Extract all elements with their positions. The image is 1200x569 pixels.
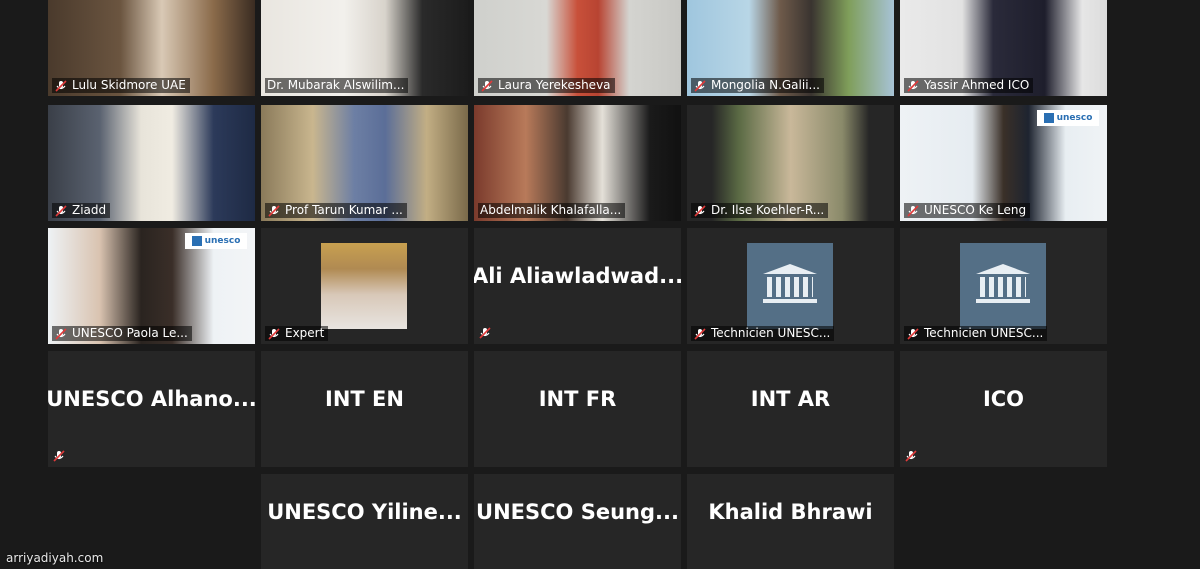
participant-tile[interactable]: Mongolia N.Galii... [687, 0, 894, 96]
participant-tile[interactable]: Expert [261, 228, 468, 344]
muted-mic-icon[interactable] [904, 449, 918, 463]
participant-display-name: Khalid Bhrawi [708, 500, 873, 524]
participant-name: Abdelmalik Khalafalla... [480, 203, 622, 217]
participant-name-label: Dr. Ilse Koehler-R... [691, 203, 829, 218]
muted-mic-icon[interactable] [54, 79, 68, 93]
participant-name: Prof Tarun Kumar ... [285, 203, 403, 217]
participant-tile[interactable]: Ali Aliawladwad... [474, 228, 681, 344]
participant-tile[interactable]: Technicien UNESC... [900, 228, 1107, 344]
unesco-badge: unesco [185, 233, 247, 249]
participant-name: UNESCO Paola Le... [72, 326, 188, 340]
muted-mic-icon[interactable] [906, 79, 920, 93]
participant-display-name: UNESCO Alhano... [48, 387, 255, 411]
participant-name: Technicien UNESC... [924, 326, 1044, 340]
participant-name-label: Dr. Mubarak Alswilim... [265, 78, 409, 93]
muted-mic-icon[interactable] [906, 327, 920, 341]
participant-display-name: UNESCO Seung... [476, 500, 679, 524]
participant-display-name: INT EN [325, 387, 404, 411]
participant-display-name: Ali Aliawladwad... [474, 264, 681, 288]
participant-name: Lulu Skidmore UAE [72, 78, 186, 92]
participant-tile[interactable]: Ziadd [48, 105, 255, 221]
unesco-badge: unesco [1037, 110, 1099, 126]
participant-name-label: Expert [265, 326, 329, 341]
muted-mic-icon[interactable] [267, 327, 281, 341]
participant-tile[interactable]: Yassir Ahmed ICO [900, 0, 1107, 96]
unesco-logo [747, 243, 833, 329]
muted-mic-icon[interactable] [480, 79, 494, 93]
muted-mic-icon[interactable] [693, 79, 707, 93]
participant-name: Mongolia N.Galii... [711, 78, 820, 92]
muted-mic-icon[interactable] [52, 449, 66, 463]
participant-display-name: ICO [982, 387, 1025, 411]
participant-name: Yassir Ahmed ICO [924, 78, 1030, 92]
participant-tile[interactable]: Dr. Ilse Koehler-R... [687, 105, 894, 221]
muted-mic-icon[interactable] [54, 327, 68, 341]
muted-mic-icon[interactable] [54, 204, 68, 218]
participant-name-label: Yassir Ahmed ICO [904, 78, 1034, 93]
participant-name: UNESCO Ke Leng [924, 203, 1027, 217]
participant-display-name: INT AR [750, 387, 831, 411]
participant-name: Dr. Mubarak Alswilim... [267, 78, 405, 92]
participant-name-label: Technicien UNESC... [691, 326, 835, 341]
muted-mic-icon[interactable] [693, 204, 707, 218]
participant-name: Ziadd [72, 203, 107, 217]
participant-tile[interactable]: INT AR [687, 351, 894, 467]
participant-name-label: Prof Tarun Kumar ... [265, 203, 407, 218]
participant-tile[interactable]: unesco UNESCO Paola Le... [48, 228, 255, 344]
participant-name: Technicien UNESC... [711, 326, 831, 340]
muted-mic-icon[interactable] [267, 204, 281, 218]
participant-name: Dr. Ilse Koehler-R... [711, 203, 825, 217]
muted-mic-icon[interactable] [693, 327, 707, 341]
participant-tile[interactable]: unesco UNESCO Ke Leng [900, 105, 1107, 221]
participant-tile[interactable]: Prof Tarun Kumar ... [261, 105, 468, 221]
participant-name-label: Technicien UNESC... [904, 326, 1048, 341]
participant-name-label: Ziadd [52, 203, 111, 218]
participant-name-label: UNESCO Ke Leng [904, 203, 1031, 218]
participant-tile[interactable]: INT FR [474, 351, 681, 467]
participant-name-label: UNESCO Paola Le... [52, 326, 192, 341]
participant-tile[interactable]: Technicien UNESC... [687, 228, 894, 344]
participant-display-name: INT FR [538, 387, 617, 411]
participant-name-label: Mongolia N.Galii... [691, 78, 824, 93]
participant-tile[interactable]: Abdelmalik Khalafalla... [474, 105, 681, 221]
participant-name-label: Abdelmalik Khalafalla... [478, 203, 626, 218]
participant-tile[interactable]: ICO [900, 351, 1107, 467]
participant-name: Laura Yerekesheva [498, 78, 611, 92]
unesco-logo [960, 243, 1046, 329]
unesco-temple-icon [763, 264, 817, 308]
participant-tile[interactable]: Khalid Bhrawi [687, 474, 894, 569]
participant-photo [321, 243, 407, 329]
participant-name: Expert [285, 326, 325, 340]
participant-name-label: Laura Yerekesheva [478, 78, 615, 93]
participant-tile[interactable]: UNESCO Seung... [474, 474, 681, 569]
muted-mic-icon[interactable] [478, 326, 492, 340]
participant-tile-active-speaker[interactable]: Dr. Mubarak Alswilim... [261, 0, 468, 96]
participant-display-name: UNESCO Yiline... [267, 500, 462, 524]
unesco-temple-icon [976, 264, 1030, 308]
participant-tile[interactable]: Lulu Skidmore UAE [48, 0, 255, 96]
muted-mic-icon[interactable] [906, 204, 920, 218]
participant-tile[interactable]: UNESCO Yiline... [261, 474, 468, 569]
participant-tile[interactable]: Laura Yerekesheva [474, 0, 681, 96]
participant-tile[interactable]: UNESCO Alhano... [48, 351, 255, 467]
source-watermark: arriyadiyah.com [6, 551, 104, 565]
participant-tile[interactable]: INT EN [261, 351, 468, 467]
participant-name-label: Lulu Skidmore UAE [52, 78, 190, 93]
